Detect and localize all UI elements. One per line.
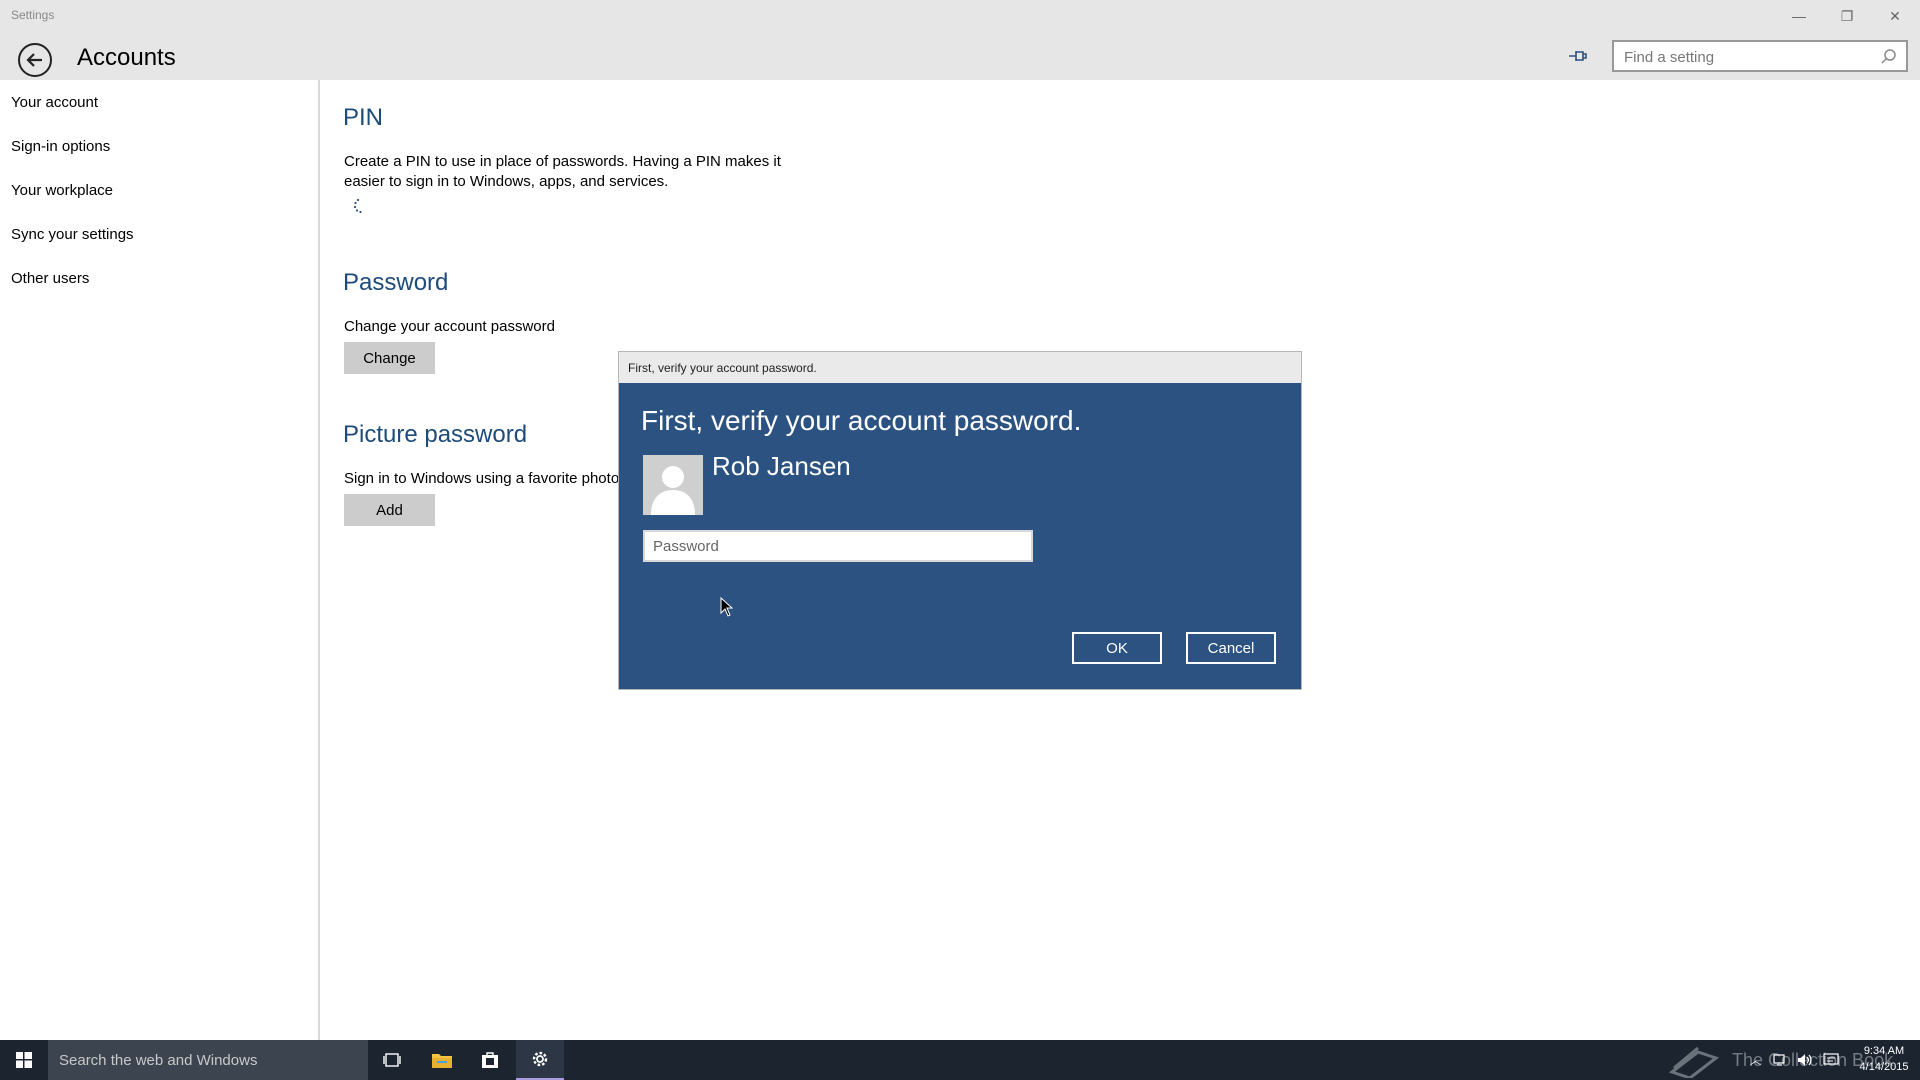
find-setting-search[interactable] (1612, 40, 1908, 72)
sidebar: Your account Sign-in options Your workpl… (0, 80, 320, 1040)
user-name: Rob Jansen (712, 451, 851, 481)
back-arrow-icon (26, 53, 42, 67)
store-button[interactable] (466, 1040, 514, 1080)
book-logo-icon (1668, 1046, 1720, 1078)
picture-password-description: Sign in to Windows using a favorite phot… (344, 470, 620, 487)
close-button[interactable]: ✕ (1872, 0, 1918, 32)
pin-description-line1: Create a PIN to use in place of password… (344, 153, 781, 170)
mouse-cursor-icon (720, 597, 734, 617)
pin-description-line2: easier to sign in to Windows, apps, and … (344, 173, 669, 190)
password-section-title: Password (343, 269, 449, 296)
verify-password-dialog: First, verify your account password. Fir… (619, 352, 1301, 689)
sidebar-item-your-workplace[interactable]: Your workplace (11, 182, 113, 199)
change-password-button[interactable]: Change (344, 342, 435, 374)
store-bag-icon (482, 1052, 498, 1068)
notifications-icon[interactable] (1823, 1053, 1839, 1067)
sidebar-item-your-account[interactable]: Your account (11, 94, 98, 111)
ok-button[interactable]: OK (1072, 632, 1162, 664)
sidebar-item-sync-settings[interactable]: Sync your settings (11, 226, 134, 243)
taskbar: Search the web and Windows The Collectio… (0, 1040, 1920, 1080)
add-picture-password-button[interactable]: Add (344, 494, 435, 526)
password-description: Change your account password (344, 318, 555, 335)
search-icon[interactable] (1880, 48, 1898, 66)
search-input[interactable] (1622, 46, 1872, 68)
show-hidden-icons-icon[interactable]: ︿ (1750, 1052, 1761, 1068)
window-titlebar: Settings — ❐ ✕ (0, 0, 1920, 32)
network-icon[interactable] (1773, 1053, 1787, 1067)
pin-to-start-button[interactable] (1566, 44, 1590, 68)
sidebar-item-sign-in-options[interactable]: Sign-in options (11, 138, 110, 155)
cancel-button[interactable]: Cancel (1186, 632, 1276, 664)
dialog-window-title: First, verify your account password. (628, 361, 817, 375)
back-button[interactable] (18, 43, 52, 77)
minimize-button[interactable]: — (1776, 0, 1822, 32)
volume-icon[interactable] (1797, 1053, 1813, 1067)
taskbar-search-box[interactable]: Search the web and Windows (48, 1040, 368, 1080)
task-view-button[interactable] (368, 1040, 416, 1080)
gear-icon (532, 1051, 548, 1067)
loading-spinner-icon (353, 198, 362, 214)
dialog-titlebar: First, verify your account password. (619, 352, 1301, 383)
restore-button[interactable]: ❐ (1824, 0, 1870, 32)
dialog-body: First, verify your account password. Rob… (619, 383, 1301, 689)
task-view-icon (383, 1053, 401, 1067)
start-button[interactable] (0, 1040, 48, 1080)
picture-password-section-title: Picture password (343, 421, 528, 448)
dialog-heading: First, verify your account password. (641, 405, 1082, 436)
pin-icon (1569, 51, 1587, 61)
taskbar-clock[interactable]: 9:34 AM 4/14/2015 (1852, 1043, 1916, 1075)
settings-header: Accounts (0, 32, 1920, 80)
pin-section-title: PIN (343, 104, 384, 131)
system-tray: ︿ (1750, 1040, 1839, 1080)
file-explorer-button[interactable] (418, 1040, 466, 1080)
clock-date: 4/14/2015 (1859, 1061, 1909, 1073)
app-title: Settings (11, 8, 55, 22)
folder-icon (432, 1054, 452, 1068)
user-silhouette-icon (643, 455, 703, 515)
password-field[interactable] (643, 530, 1033, 562)
user-avatar (643, 455, 703, 515)
settings-app-button[interactable] (516, 1040, 564, 1080)
sidebar-item-other-users[interactable]: Other users (11, 270, 89, 287)
windows-logo-icon (16, 1052, 32, 1068)
page-title: Accounts (77, 44, 176, 71)
clock-time: 9:34 AM (1863, 1045, 1905, 1057)
